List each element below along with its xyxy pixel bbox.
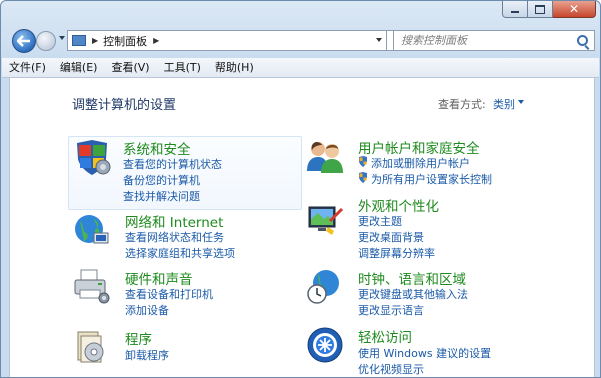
view-by-label: 查看方式: [438, 98, 486, 111]
link-add-remove-accounts[interactable]: 添加或删除用户帐户 [358, 155, 470, 171]
search-input[interactable] [399, 33, 573, 48]
maximize-icon [535, 4, 545, 14]
breadcrumb-separator-icon[interactable]: ▶ [153, 36, 159, 45]
link-change-desktop-background[interactable]: 更改桌面背景 [358, 229, 424, 245]
view-by-dropdown-icon[interactable] [518, 100, 524, 104]
back-arrow-icon [17, 35, 30, 47]
category-hardware-sound[interactable]: 硬件和声音 查看设备和打印机 添加设备 [72, 268, 302, 318]
uac-shield-icon [359, 172, 367, 183]
link-backup-computer[interactable]: 备份您的计算机 [123, 172, 200, 188]
link-change-input-methods[interactable]: 更改键盘或其他输入法 [358, 286, 468, 302]
category-title[interactable]: 系统和安全 [123, 138, 191, 158]
minimize-button[interactable] [502, 1, 528, 18]
maximize-button[interactable] [528, 1, 553, 18]
link-parental-controls[interactable]: 为所有用户设置家长控制 [358, 171, 492, 187]
caption-buttons: ✕ [502, 1, 596, 19]
link-adjust-resolution[interactable]: 调整屏幕分辨率 [358, 245, 435, 261]
category-title[interactable]: 轻松访问 [358, 326, 412, 346]
page-title: 调整计算机的设置 [72, 98, 177, 113]
link-text[interactable]: 添加或删除用户帐户 [371, 157, 470, 170]
link-text[interactable]: 为所有用户设置家长控制 [371, 173, 492, 186]
programs-icon [77, 331, 104, 363]
back-button[interactable] [12, 29, 36, 53]
link-troubleshoot[interactable]: 查找并解决问题 [123, 188, 200, 204]
close-icon: ✕ [568, 2, 580, 16]
category-title[interactable]: 时钟、语言和区域 [358, 268, 466, 288]
category-title[interactable]: 用户帐户和家庭安全 [358, 137, 480, 157]
recent-pages-dropdown-icon[interactable] [59, 36, 65, 40]
menu-bar: 文件(F) 编辑(E) 查看(V) 工具(T) 帮助(H) [2, 58, 599, 78]
search-box[interactable] [393, 30, 595, 51]
users-icon [307, 142, 343, 173]
link-network-status[interactable]: 查看网络状态和任务 [125, 229, 224, 245]
category-title[interactable]: 硬件和声音 [125, 268, 193, 288]
monitor-paint-icon [308, 206, 344, 235]
address-dropdown-icon[interactable] [376, 38, 382, 42]
link-optimize-visual-display[interactable]: 优化视频显示 [358, 361, 424, 377]
menu-tools[interactable]: 工具(T) [157, 58, 208, 77]
category-clock-language-region[interactable]: 时钟、语言和区域 更改键盘或其他输入法 更改显示语言 [306, 268, 586, 318]
link-devices-printers[interactable]: 查看设备和打印机 [125, 286, 213, 302]
category-network-internet[interactable]: 网络和 Internet 查看网络状态和任务 选择家庭组和共享选项 [72, 211, 302, 261]
view-by-dropdown[interactable]: 类别 [493, 96, 515, 112]
menu-file[interactable]: 文件(F) [2, 58, 53, 77]
clock-globe-icon [307, 270, 339, 304]
link-homegroup-sharing[interactable]: 选择家庭组和共享选项 [125, 245, 235, 261]
category-user-accounts[interactable]: 用户帐户和家庭安全 添加或删除用户帐户 为所有用户设置家长控制 [306, 137, 586, 189]
menu-edit[interactable]: 编辑(E) [53, 58, 105, 77]
shield-flag-icon [77, 140, 111, 175]
breadcrumb-separator-icon[interactable]: ▶ [92, 36, 98, 45]
link-change-theme[interactable]: 更改主题 [358, 213, 402, 229]
content-area: 调整计算机的设置 查看方式: 类别 系统和安全 查看您的计算机状态 备份您的计算… [9, 78, 595, 377]
category-title[interactable]: 程序 [125, 328, 152, 348]
category-title[interactable]: 网络和 Internet [125, 211, 223, 231]
link-add-device[interactable]: 添加设备 [125, 302, 169, 318]
category-system-security[interactable]: 系统和安全 查看您的计算机状态 备份您的计算机 查找并解决问题 [68, 136, 302, 210]
category-title[interactable]: 外观和个性化 [358, 195, 439, 215]
control-panel-icon [72, 35, 86, 46]
uac-shield-icon [359, 156, 367, 167]
globe-network-icon [75, 215, 109, 244]
close-button[interactable]: ✕ [553, 1, 596, 18]
link-uninstall-program[interactable]: 卸载程序 [125, 347, 169, 363]
search-icon[interactable] [577, 35, 588, 46]
control-panel-window: ✕ ▶ 控制面板 ▶ 文件(F) 编辑(E) 查看(V) [0, 0, 601, 378]
category-ease-of-access[interactable]: 轻松访问 使用 Windows 建议的设置 优化视频显示 [306, 326, 586, 376]
navigation-bar: ▶ 控制面板 ▶ [9, 27, 595, 55]
menu-view[interactable]: 查看(V) [104, 58, 156, 77]
category-programs[interactable]: 程序 卸载程序 [72, 326, 302, 366]
address-bar[interactable]: ▶ 控制面板 ▶ [67, 30, 387, 51]
category-appearance[interactable]: 外观和个性化 更改主题 更改桌面背景 调整屏幕分辨率 [306, 195, 586, 261]
breadcrumb-control-panel[interactable]: 控制面板 [103, 33, 147, 49]
menu-help[interactable]: 帮助(H) [208, 58, 261, 77]
minimize-icon [511, 11, 519, 13]
printer-icon [74, 269, 110, 304]
link-view-computer-status[interactable]: 查看您的计算机状态 [123, 156, 222, 172]
link-change-display-language[interactable]: 更改显示语言 [358, 302, 424, 318]
ease-of-access-icon [307, 327, 343, 363]
link-recommended-settings[interactable]: 使用 Windows 建议的设置 [358, 345, 491, 361]
forward-button[interactable] [36, 31, 56, 51]
